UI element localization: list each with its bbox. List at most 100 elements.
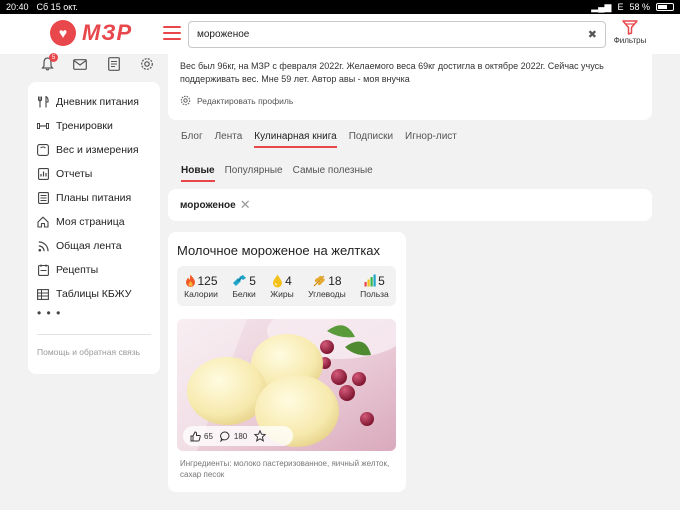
sidebar-item-diary[interactable]: Дневник питания [28, 90, 160, 114]
cutlery-icon [37, 96, 49, 108]
sidebar-item-label: Рецепты [56, 264, 99, 276]
edit-profile-button[interactable]: Редактировать профиль [180, 95, 640, 106]
gear-icon [180, 95, 191, 106]
nutrition-protein: 5 Белки [232, 274, 256, 299]
profile-bio: Вес был 96кг, на МЗР с февраля 2022г. Же… [180, 61, 604, 84]
battery-icon [656, 3, 674, 11]
report-icon [37, 168, 49, 180]
signal-icon: ▂▄▆ [591, 1, 612, 12]
comments-button[interactable]: 180 [220, 431, 247, 442]
settings-gear-icon[interactable] [139, 56, 155, 72]
benefit-value: 5 [378, 273, 385, 288]
nutrition-calories: 125 Калории [184, 274, 218, 299]
logo[interactable]: ♥ МЗР [50, 20, 132, 46]
sidebar-item-recipes[interactable]: Рецепты [28, 258, 160, 282]
status-time: 20:40 [6, 2, 29, 12]
grain-icon [313, 275, 325, 286]
notifications-badge: 5 [49, 53, 58, 62]
filter-icon [622, 20, 638, 35]
recipe-card[interactable]: Молочное мороженое на желтках 125 Калори… [168, 232, 406, 492]
app-header: ♥ МЗР ✖ Фильтры [0, 14, 680, 54]
sidebar-item-label: Общая лента [56, 240, 122, 252]
protein-value: 5 [249, 273, 256, 288]
subtab-most-useful[interactable]: Самые полезные [293, 165, 373, 182]
nutrition-carbs: 18 Углеводы [308, 274, 346, 299]
tab-ignore-list[interactable]: Игнор-лист [405, 131, 457, 148]
carbs-label: Углеводы [308, 288, 346, 299]
calories-value: 125 [197, 273, 218, 288]
sidebar-item-label: Вес и измерения [56, 144, 139, 156]
sidebar-more-button[interactable]: • • • [28, 306, 160, 324]
network-type: E [617, 2, 624, 12]
recipe-title[interactable]: Молочное мороженое на желтках [177, 243, 380, 258]
hamburger-menu-button[interactable] [163, 26, 181, 40]
comments-count: 180 [233, 431, 248, 441]
sidebar-item-workouts[interactable]: Тренировки [28, 114, 160, 138]
notifications-bell-icon[interactable]: 5 [39, 53, 58, 72]
subtab-popular[interactable]: Популярные [225, 165, 283, 182]
search-input[interactable] [197, 29, 588, 40]
rss-icon [37, 240, 49, 252]
logo-text: МЗР [82, 20, 133, 45]
tab-blog[interactable]: Блог [181, 131, 203, 148]
status-date: Сб 15 окт. [36, 2, 78, 12]
filters-label: Фильтры [613, 36, 647, 45]
sort-tabs: Новые Популярные Самые полезные [181, 165, 373, 182]
nutrition-fat: 4 Жиры [270, 274, 293, 299]
protein-icon [233, 274, 247, 286]
nutrition-benefit: 5 Польза [360, 274, 389, 299]
active-filter-bar: мороженое ✕ [168, 189, 652, 221]
table-icon [37, 288, 49, 300]
sidebar-item-kbju-tables[interactable]: Таблицы КБЖУ [28, 282, 160, 306]
recipe-ingredients: Ингредиенты: молоко пастеризованное, яич… [180, 459, 390, 479]
filter-chip-label: мороженое [180, 199, 236, 211]
carbs-value: 18 [328, 273, 342, 288]
subtab-new[interactable]: Новые [181, 165, 215, 182]
fat-value: 4 [285, 273, 292, 288]
likes-count: 65 [204, 431, 213, 441]
tab-feed[interactable]: Лента [215, 131, 243, 148]
favorite-button[interactable] [254, 430, 267, 442]
sidebar-item-meal-plans[interactable]: Планы питания [28, 186, 160, 210]
notes-icon[interactable] [106, 56, 122, 72]
sidebar-item-my-page[interactable]: Моя страница [28, 210, 160, 234]
plan-icon [37, 192, 49, 204]
like-button[interactable]: 65 [190, 430, 213, 442]
edit-profile-label: Редактировать профиль [197, 95, 294, 106]
calories-label: Калории [184, 288, 218, 299]
tab-cookbook[interactable]: Кулинарная книга [254, 131, 337, 148]
mail-icon[interactable] [72, 56, 88, 72]
tab-subscriptions[interactable]: Подписки [349, 131, 393, 148]
battery-percent: 58 % [629, 2, 650, 12]
flame-icon [185, 274, 195, 287]
protein-label: Белки [232, 288, 256, 299]
sidebar-item-label: Дневник питания [56, 96, 139, 108]
sidebar-item-label: Моя страница [56, 216, 125, 228]
recipe-icon [37, 264, 49, 276]
scale-icon [37, 144, 49, 156]
sidebar-item-label: Планы питания [56, 192, 132, 204]
sidebar-divider [37, 334, 151, 335]
sidebar-item-feed[interactable]: Общая лента [28, 234, 160, 258]
sidebar-item-weight[interactable]: Вес и измерения [28, 138, 160, 162]
benefit-label: Польза [360, 288, 389, 299]
status-bar: 20:40 Сб 15 окт. ▂▄▆ E 58 % [0, 0, 680, 14]
sidebar-item-reports[interactable]: Отчеты [28, 162, 160, 186]
profile-card: Вес был 96кг, на МЗР с февраля 2022г. Же… [168, 54, 652, 120]
sidebar-item-label: Тренировки [56, 120, 113, 132]
home-icon [37, 216, 49, 228]
filters-button[interactable]: Фильтры [610, 20, 650, 45]
sidebar-item-label: Отчеты [56, 168, 93, 180]
recipe-actions: 65 180 [183, 426, 293, 446]
sidebar: Дневник питания Тренировки Вес и измерен… [28, 82, 160, 374]
clear-search-icon[interactable]: ✖ [588, 28, 597, 41]
search-box[interactable]: ✖ [188, 21, 606, 48]
remove-filter-icon[interactable]: ✕ [240, 197, 251, 213]
bars-icon [364, 274, 376, 287]
comment-icon [220, 431, 230, 442]
nutrition-panel: 125 Калории 5 Белки 4 Жиры 18 Углеводы 5… [177, 266, 396, 306]
dumbbell-icon [37, 120, 49, 132]
fat-label: Жиры [270, 288, 294, 299]
help-feedback-link[interactable]: Помощь и обратная связь [28, 347, 160, 357]
profile-tabs: Блог Лента Кулинарная книга Подписки Игн… [181, 131, 457, 148]
